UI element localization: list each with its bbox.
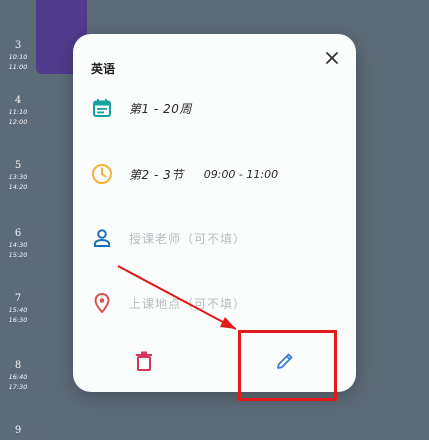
annotation-arrow: [117, 265, 237, 330]
annotation-highlight-box: [238, 330, 337, 401]
